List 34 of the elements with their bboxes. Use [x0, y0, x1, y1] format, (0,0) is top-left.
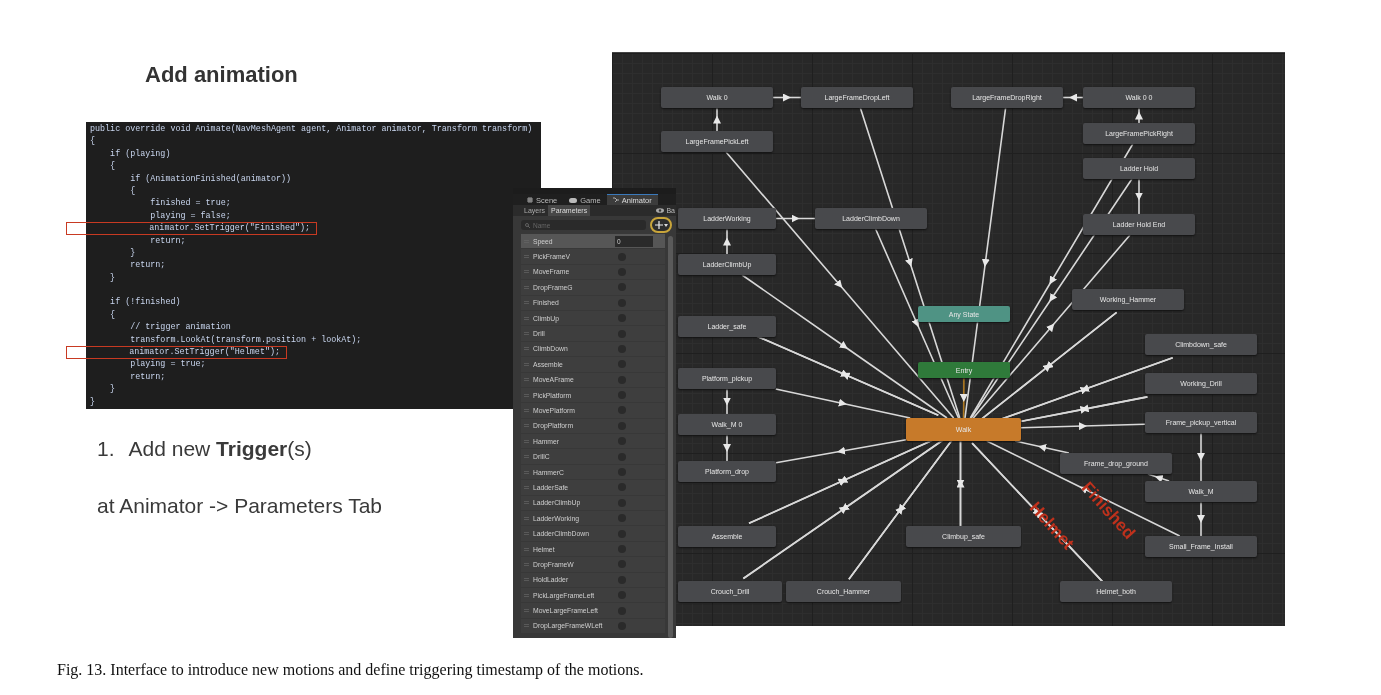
- code-line: return;: [129, 260, 166, 271]
- code-line: if (playing): [109, 148, 171, 159]
- grid-icon: [527, 197, 533, 203]
- code-line: }: [109, 272, 116, 283]
- step-text: Add new Trigger(s): [128, 437, 312, 461]
- scrollbar[interactable]: [668, 236, 673, 638]
- code-line: {: [109, 161, 116, 172]
- figure-caption: Fig. 13. Interface to introduce new motions and define triggering timestamp of the motions.: [57, 661, 644, 679]
- code-line: finished = true;: [149, 198, 231, 209]
- code-line: }: [90, 396, 96, 407]
- code-line: playing = true;: [129, 359, 206, 370]
- code-line: transform.LookAt(transform.position + lookAt);: [129, 334, 362, 345]
- code-line: {: [129, 185, 136, 196]
- slide-heading: Add animation: [145, 62, 298, 88]
- code-line: playing = false;: [149, 210, 231, 221]
- code-line: }: [129, 247, 136, 258]
- gamepad-icon: [569, 197, 578, 203]
- code-line: return;: [129, 371, 166, 382]
- search-icon: [525, 222, 530, 228]
- code-line: // trigger animation: [129, 322, 231, 333]
- add-parameter-button[interactable]: [650, 217, 672, 233]
- plus-icon: [654, 221, 663, 229]
- branch-icon: [612, 197, 619, 203]
- code-line: {: [90, 136, 96, 147]
- step-note: at Animator -> Parameters Tab: [97, 494, 382, 518]
- code-line: return;: [149, 235, 186, 246]
- code-line: {: [109, 309, 116, 320]
- code-line: public override void Animate(NavMeshAgent agent, Animator animator, Transform transform): [90, 124, 533, 134]
- step-number: 1.: [97, 437, 115, 461]
- code-line: if (AnimationFinished(animator)): [129, 173, 292, 184]
- code-line: }: [109, 384, 116, 395]
- eye-icon[interactable]: [656, 208, 665, 213]
- code-line: if (!finished): [109, 297, 181, 308]
- caret-icon: [663, 223, 668, 227]
